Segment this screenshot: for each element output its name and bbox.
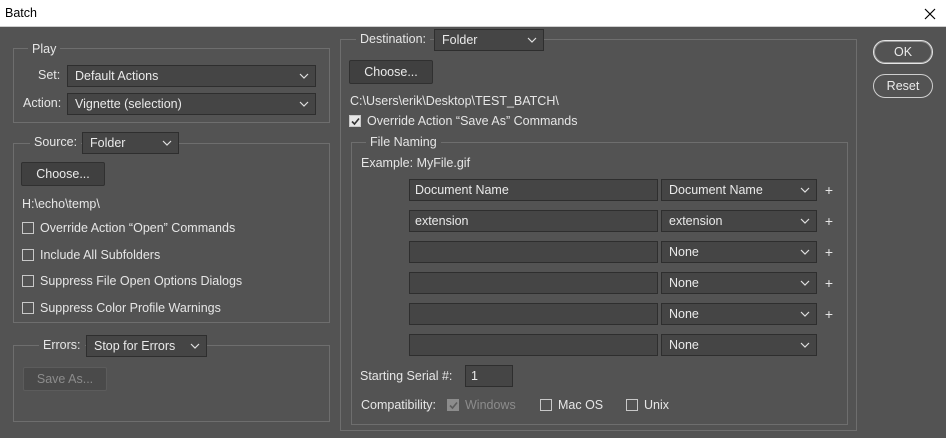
compat-windows-checkbox[interactable]: Windows bbox=[447, 398, 516, 412]
checkbox-box bbox=[540, 399, 552, 411]
naming-select-value: Document Name bbox=[669, 183, 763, 197]
checkbox-box bbox=[22, 275, 34, 287]
action-select-value: Vignette (selection) bbox=[75, 97, 182, 111]
include-subfolders-label: Include All Subfolders bbox=[40, 248, 161, 262]
naming-select-value: None bbox=[669, 307, 699, 321]
add-row-icon[interactable]: + bbox=[823, 214, 835, 228]
naming-select-6[interactable]: None bbox=[661, 334, 817, 356]
compatibility-label: Compatibility: bbox=[361, 398, 437, 412]
override-save-as-label: Override Action “Save As” Commands bbox=[367, 114, 578, 128]
chevron-down-icon bbox=[299, 73, 309, 79]
destination-label: Destination: bbox=[356, 32, 431, 46]
chevron-down-icon bbox=[800, 218, 810, 224]
destination-select[interactable]: Folder bbox=[434, 29, 544, 51]
suppress-color-warnings-checkbox[interactable]: Suppress Color Profile Warnings bbox=[22, 301, 221, 315]
chevron-down-icon bbox=[800, 311, 810, 317]
set-label: Set: bbox=[38, 68, 61, 82]
action-label: Action: bbox=[23, 96, 62, 110]
checkmark-icon bbox=[350, 117, 360, 125]
destination-path: C:\Users\erik\Desktop\TEST_BATCH\ bbox=[350, 94, 559, 108]
serial-label: Starting Serial #: bbox=[360, 369, 453, 383]
source-label: Source: bbox=[30, 135, 82, 149]
serial-input[interactable]: 1 bbox=[465, 365, 513, 387]
errors-select-value: Stop for Errors bbox=[94, 339, 176, 353]
compat-macos-label: Mac OS bbox=[558, 398, 604, 412]
naming-select-value: None bbox=[669, 276, 699, 290]
add-row-icon[interactable]: + bbox=[823, 245, 835, 259]
checkbox-box bbox=[626, 399, 638, 411]
add-row-icon[interactable]: + bbox=[823, 307, 835, 321]
chevron-down-icon bbox=[527, 37, 537, 43]
source-select-value: Folder bbox=[90, 136, 126, 150]
override-save-as-checkbox[interactable]: Override Action “Save As” Commands bbox=[349, 114, 578, 128]
suppress-color-warnings-label: Suppress Color Profile Warnings bbox=[40, 301, 221, 315]
include-subfolders-checkbox[interactable]: Include All Subfolders bbox=[22, 248, 160, 262]
compat-macos-checkbox[interactable]: Mac OS bbox=[540, 398, 603, 412]
naming-text-field-5[interactable] bbox=[409, 303, 658, 325]
checkbox-box bbox=[349, 115, 361, 127]
set-select-value: Default Actions bbox=[75, 69, 159, 83]
compat-unix-label: Unix bbox=[644, 398, 670, 412]
naming-select-5[interactable]: None bbox=[661, 303, 817, 325]
destination-choose-button[interactable]: Choose... bbox=[349, 60, 433, 84]
compat-windows-label: Windows bbox=[465, 398, 516, 412]
checkbox-box bbox=[22, 249, 34, 261]
errors-label: Errors: bbox=[39, 338, 85, 352]
suppress-open-dialogs-label: Suppress File Open Options Dialogs bbox=[40, 274, 243, 288]
source-path: H:\echo\temp\ bbox=[22, 197, 100, 211]
ok-button[interactable]: OK bbox=[873, 40, 933, 64]
chevron-down-icon bbox=[800, 249, 810, 255]
source-select[interactable]: Folder bbox=[82, 132, 179, 154]
naming-select-value: extension bbox=[669, 214, 723, 228]
errors-select[interactable]: Stop for Errors bbox=[86, 335, 207, 357]
add-row-icon[interactable]: + bbox=[823, 183, 835, 197]
chevron-down-icon bbox=[299, 101, 309, 107]
save-as-button[interactable]: Save As... bbox=[23, 367, 107, 391]
naming-select-2[interactable]: extension bbox=[661, 210, 817, 232]
set-select[interactable]: Default Actions bbox=[67, 65, 316, 87]
compat-unix-checkbox[interactable]: Unix bbox=[626, 398, 669, 412]
naming-text-field-1[interactable]: Document Name bbox=[409, 179, 658, 201]
naming-text-field-3[interactable] bbox=[409, 241, 658, 263]
close-button[interactable] bbox=[914, 0, 946, 27]
naming-select-value: None bbox=[669, 338, 699, 352]
suppress-open-dialogs-checkbox[interactable]: Suppress File Open Options Dialogs bbox=[22, 274, 242, 288]
add-row-icon[interactable]: + bbox=[823, 276, 835, 290]
naming-select-value: None bbox=[669, 245, 699, 259]
checkmark-icon bbox=[448, 401, 458, 409]
reset-button[interactable]: Reset bbox=[873, 74, 933, 98]
naming-text-field-4[interactable] bbox=[409, 272, 658, 294]
play-legend: Play bbox=[28, 42, 61, 56]
naming-select-1[interactable]: Document Name bbox=[661, 179, 817, 201]
file-naming-example: Example: MyFile.gif bbox=[361, 156, 471, 170]
chevron-down-icon bbox=[800, 342, 810, 348]
naming-text-field-2[interactable]: extension bbox=[409, 210, 658, 232]
naming-select-4[interactable]: None bbox=[661, 272, 817, 294]
close-icon bbox=[924, 8, 936, 19]
window-title: Batch bbox=[5, 6, 37, 20]
override-open-checkbox[interactable]: Override Action “Open” Commands bbox=[22, 221, 235, 235]
naming-text-field-6[interactable] bbox=[409, 334, 658, 356]
checkbox-box bbox=[22, 302, 34, 314]
source-choose-button[interactable]: Choose... bbox=[21, 162, 105, 186]
chevron-down-icon bbox=[800, 280, 810, 286]
chevron-down-icon bbox=[162, 140, 172, 146]
chevron-down-icon bbox=[190, 343, 200, 349]
action-select[interactable]: Vignette (selection) bbox=[67, 93, 316, 115]
chevron-down-icon bbox=[800, 187, 810, 193]
checkbox-box bbox=[447, 399, 459, 411]
override-open-label: Override Action “Open” Commands bbox=[40, 221, 236, 235]
naming-select-3[interactable]: None bbox=[661, 241, 817, 263]
destination-select-value: Folder bbox=[442, 33, 478, 47]
file-naming-legend: File Naming bbox=[366, 135, 441, 149]
checkbox-box bbox=[22, 222, 34, 234]
title-bar: Batch bbox=[0, 0, 946, 27]
